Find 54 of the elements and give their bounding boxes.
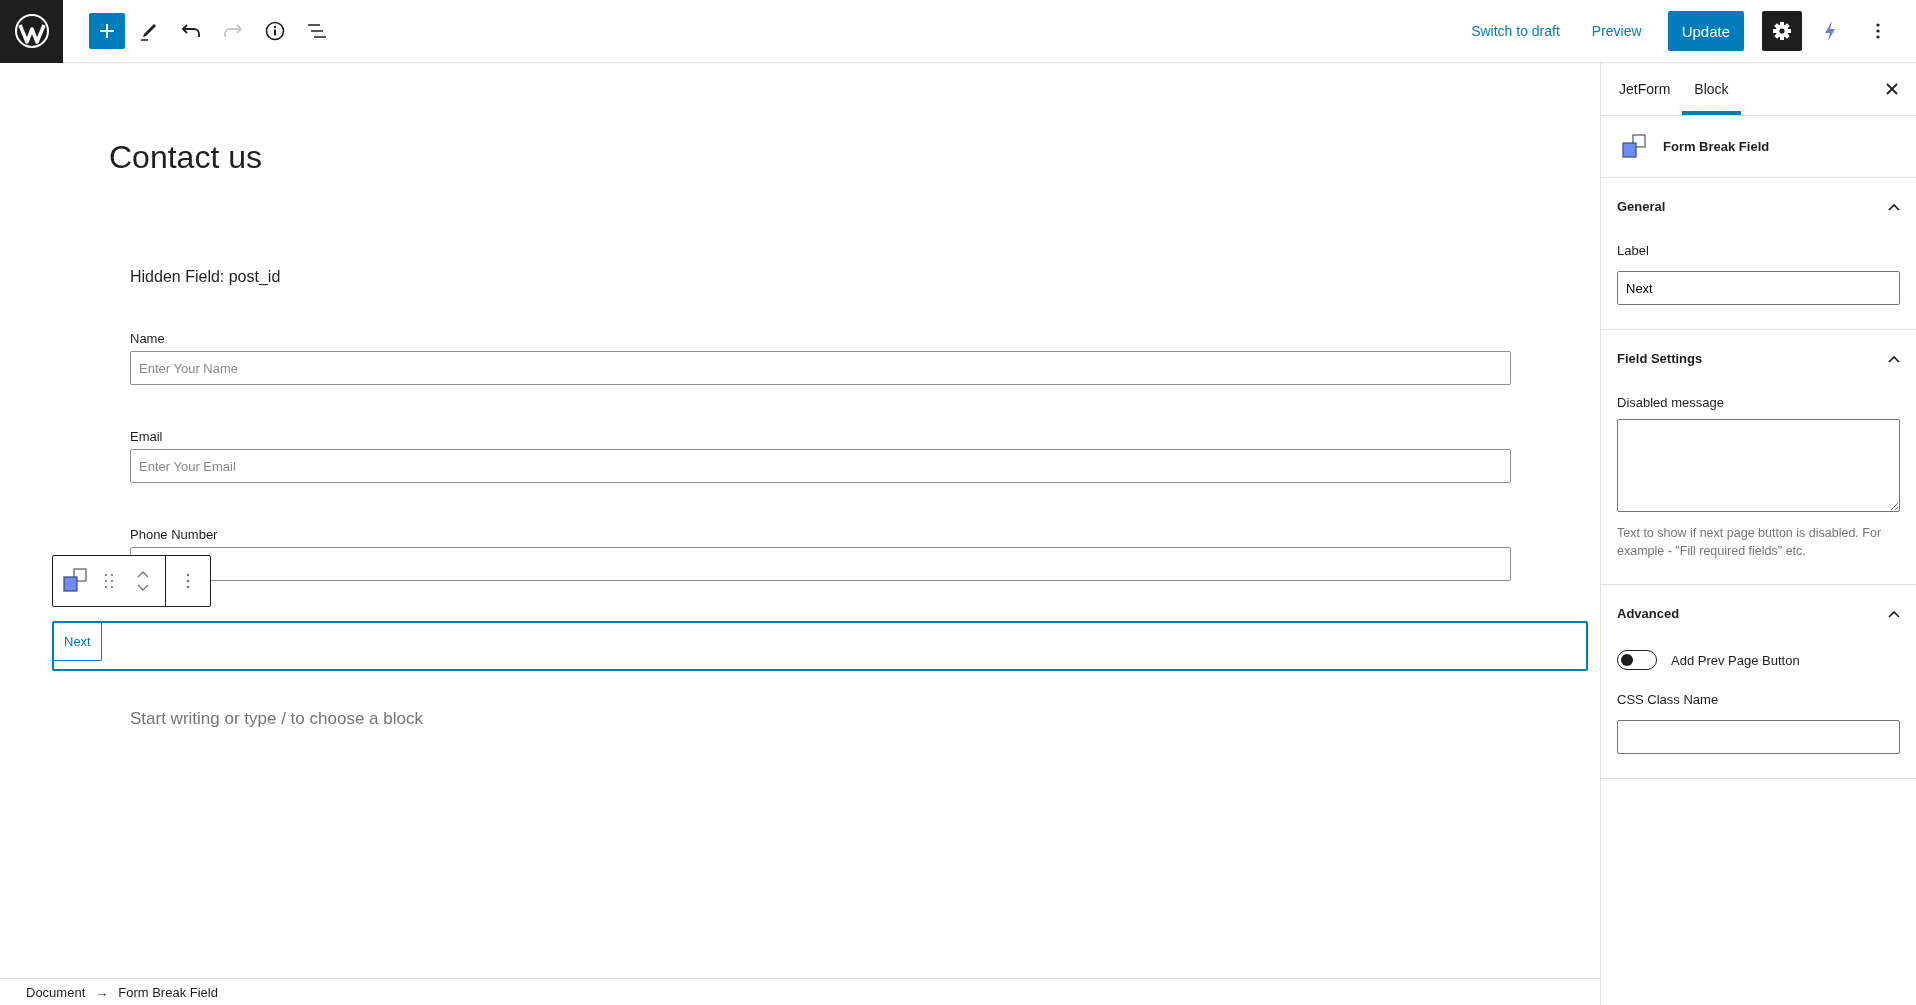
- breadcrumb-link[interactable]: Document: [26, 984, 86, 1000]
- panel-header[interactable]: Field Settings: [1617, 330, 1900, 387]
- chevron-up-icon: [1888, 609, 1900, 618]
- logo-icon: [13, 13, 50, 49]
- breadcrumb-separator: →: [95, 984, 109, 1000]
- toggle-switch[interactable]: [1617, 650, 1657, 670]
- hidden-field-label: Hidden Field: post_id: [130, 267, 282, 287]
- more-vertical-icon: [186, 573, 190, 589]
- field-label: Label: [1617, 243, 1650, 259]
- sidebar-tab[interactable]: JetForm: [1607, 63, 1683, 115]
- form-break-block[interactable]: Next: [52, 621, 1588, 671]
- chevron-up-icon: [1888, 354, 1900, 363]
- close-icon: [1886, 83, 1898, 95]
- redo-icon: [223, 23, 243, 39]
- chevron-up-icon: [1888, 202, 1900, 211]
- field-label: Disabled message: [1617, 395, 1725, 411]
- pencil-icon: [140, 21, 158, 41]
- up-down-icon: [136, 570, 150, 592]
- update-button[interactable]: Update: [1667, 11, 1744, 51]
- field-label: Email: [130, 429, 164, 445]
- panel-header[interactable]: General: [1617, 178, 1900, 235]
- plus-icon: [99, 23, 115, 39]
- input-field[interactable]: [130, 547, 1511, 581]
- field-label: CSS Class Name: [1617, 692, 1720, 708]
- field-label: Name: [130, 331, 166, 347]
- field-label: Phone Number: [130, 527, 219, 543]
- input-field[interactable]: Next: [1617, 271, 1900, 305]
- form-break-icon: [1621, 133, 1647, 160]
- lightning-icon: [1823, 20, 1837, 42]
- form-break-icon: [62, 568, 88, 594]
- drag-icon: [105, 574, 113, 588]
- post-title[interactable]: Contact us: [109, 137, 1588, 177]
- undo-icon: [181, 23, 201, 39]
- sidebar-tab[interactable]: Block: [1682, 63, 1741, 115]
- next-button[interactable]: Next: [54, 623, 102, 661]
- more-vertical-icon: [1876, 23, 1880, 39]
- input-field[interactable]: Enter Your Name: [130, 351, 1511, 385]
- list-view-icon: [307, 23, 327, 39]
- block-title: Form Break Field: [1663, 139, 1770, 154]
- text-area[interactable]: [1617, 419, 1900, 512]
- add-button[interactable]: [89, 13, 125, 49]
- input-field[interactable]: Enter Your Email: [130, 449, 1511, 483]
- info-icon: [265, 21, 285, 41]
- settings-icon: [1772, 21, 1792, 41]
- logo-button[interactable]: [0, 0, 63, 63]
- panel-header[interactable]: Advanced: [1617, 585, 1900, 642]
- help-text: Text to show if next page button is disabled. For example - "Fill required fields" etc.: [1617, 525, 1883, 560]
- block-appender-placeholder[interactable]: Start writing or type / to choose a block: [130, 708, 1588, 730]
- preview-button[interactable]: Preview: [1579, 15, 1654, 47]
- settings-button[interactable]: [1762, 11, 1802, 51]
- switch-to-draft-button[interactable]: Switch to draft: [1459, 15, 1572, 47]
- toggle-label: Add Prev Page Button: [1671, 652, 1800, 668]
- breadcrumb-link[interactable]: Form Break Field: [118, 984, 218, 1000]
- input-field[interactable]: [1617, 720, 1900, 754]
